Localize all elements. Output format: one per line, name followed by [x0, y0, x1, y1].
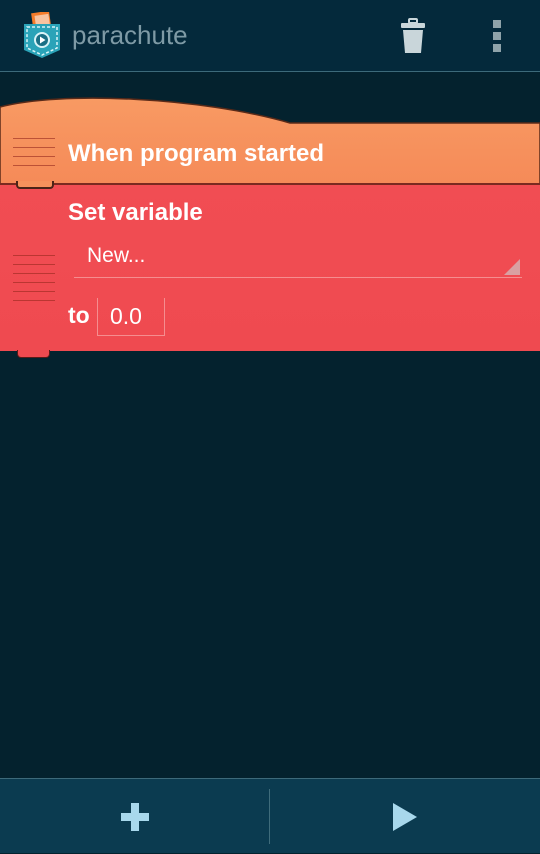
play-icon	[392, 802, 417, 831]
variable-dropdown[interactable]: New...	[74, 240, 522, 278]
variable-dropdown-value: New...	[87, 244, 146, 267]
app-logo	[24, 12, 60, 58]
hat-drag-handle[interactable]	[13, 138, 55, 174]
dropdown-arrow-icon	[504, 259, 520, 275]
run-button[interactable]	[270, 779, 539, 854]
plus-icon	[120, 802, 149, 831]
to-label: to	[68, 302, 90, 328]
hat-block-label: When program started	[68, 140, 325, 167]
bottom-bar	[0, 778, 540, 853]
overflow-menu-icon[interactable]	[490, 20, 504, 54]
block-connector	[16, 181, 54, 189]
set-variable-label: Set variable	[68, 199, 203, 226]
block-connector-bottom	[17, 350, 50, 358]
add-block-button[interactable]	[0, 779, 269, 854]
set-variable-drag-handle[interactable]	[13, 255, 55, 309]
app-title: parachute	[72, 20, 188, 50]
value-input[interactable]	[97, 298, 165, 336]
app-bar: parachute	[0, 0, 540, 72]
trash-icon[interactable]	[400, 18, 426, 54]
